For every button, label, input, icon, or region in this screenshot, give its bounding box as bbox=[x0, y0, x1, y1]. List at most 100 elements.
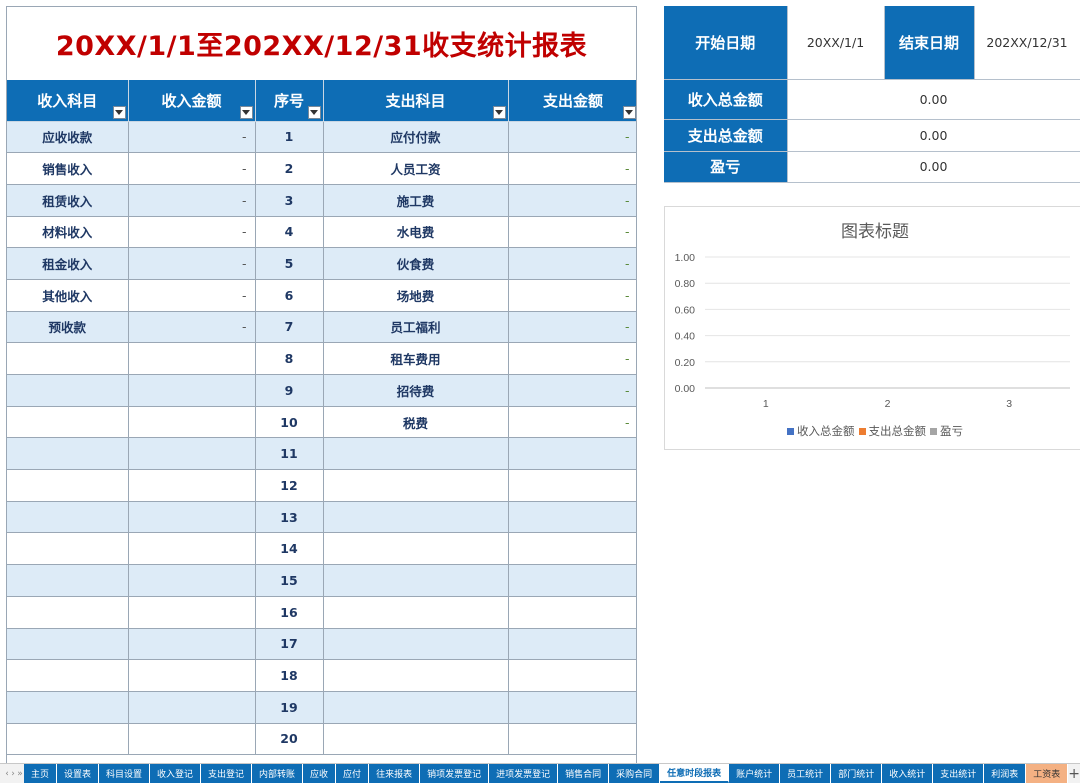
income-amount-cell[interactable] bbox=[128, 374, 256, 407]
expense-subject-cell[interactable]: 税费 bbox=[323, 406, 509, 439]
income-subject-cell[interactable]: 其他收入 bbox=[7, 279, 129, 312]
first-sheet-icon[interactable]: ‹ bbox=[5, 769, 9, 779]
income-subject-cell[interactable] bbox=[7, 469, 129, 502]
seq-cell[interactable]: 4 bbox=[255, 216, 324, 249]
sheet-tab[interactable]: 账户统计 bbox=[729, 764, 781, 783]
expense-subject-cell[interactable] bbox=[323, 564, 509, 597]
income-amount-cell[interactable] bbox=[128, 564, 256, 597]
expense-subject-cell[interactable] bbox=[323, 532, 509, 566]
expense-subject-cell[interactable]: 人员工资 bbox=[323, 152, 509, 185]
seq-cell[interactable]: 20 bbox=[255, 723, 324, 756]
expense-subject-cell[interactable] bbox=[323, 501, 509, 534]
sheet-tab[interactable]: 支出登记 bbox=[201, 764, 253, 783]
sheet-tab[interactable]: 任意时段报表 bbox=[660, 764, 730, 783]
income-subject-cell[interactable]: 租金收入 bbox=[7, 247, 129, 280]
income-amount-cell[interactable] bbox=[128, 532, 256, 566]
seq-cell[interactable]: 2 bbox=[255, 152, 324, 185]
income-amount-cell[interactable]: - bbox=[128, 152, 256, 185]
seq-cell[interactable]: 11 bbox=[255, 437, 324, 471]
expense-amount-cell[interactable]: - bbox=[508, 279, 636, 312]
income-amount-cell[interactable]: - bbox=[128, 311, 256, 344]
expense-subject-cell[interactable] bbox=[323, 628, 509, 661]
expense-subject-cell[interactable] bbox=[323, 659, 509, 692]
filter-dropdown-icon[interactable] bbox=[112, 105, 126, 119]
expense-amount-cell[interactable] bbox=[508, 532, 636, 566]
sheet-tab[interactable]: 应收 bbox=[303, 764, 337, 783]
income-subject-cell[interactable]: 材料收入 bbox=[7, 216, 129, 249]
income-amount-cell[interactable]: - bbox=[128, 247, 256, 280]
income-amount-cell[interactable] bbox=[128, 406, 256, 439]
filter-dropdown-icon[interactable] bbox=[307, 105, 321, 119]
income-subject-cell[interactable]: 销售收入 bbox=[7, 152, 129, 185]
income-subject-cell[interactable] bbox=[7, 532, 129, 566]
last-sheet-icon[interactable]: » bbox=[17, 769, 23, 779]
expense-amount-cell[interactable] bbox=[508, 501, 636, 534]
expense-amount-cell[interactable]: - bbox=[508, 311, 636, 344]
income-subject-cell[interactable] bbox=[7, 374, 129, 407]
sheet-tab[interactable]: 设置表 bbox=[56, 764, 99, 783]
sheet-tab[interactable]: 支出统计 bbox=[933, 764, 985, 783]
expense-subject-cell[interactable] bbox=[323, 723, 509, 756]
expense-amount-cell[interactable] bbox=[508, 596, 636, 629]
income-amount-cell[interactable]: - bbox=[128, 184, 256, 217]
sheet-tab[interactable]: 内部转账 bbox=[252, 764, 304, 783]
tab-scroll-nav[interactable]: ‹ › » bbox=[0, 764, 24, 783]
expense-amount-cell[interactable]: - bbox=[508, 247, 636, 280]
income-amount-cell[interactable] bbox=[128, 628, 256, 661]
prev-sheet-icon[interactable]: › bbox=[11, 769, 15, 779]
expense-subject-cell[interactable]: 水电费 bbox=[323, 216, 509, 249]
filter-dropdown-icon[interactable] bbox=[492, 105, 506, 119]
expense-subject-cell[interactable]: 施工费 bbox=[323, 184, 509, 217]
income-amount-cell[interactable] bbox=[128, 469, 256, 502]
expense-amount-cell[interactable]: - bbox=[508, 121, 636, 154]
sheet-tab[interactable]: 收入统计 bbox=[882, 764, 934, 783]
sheet-tab[interactable]: 部门统计 bbox=[831, 764, 883, 783]
income-amount-cell[interactable] bbox=[128, 659, 256, 692]
income-subject-cell[interactable] bbox=[7, 406, 129, 439]
seq-cell[interactable]: 14 bbox=[255, 532, 324, 566]
income-subject-cell[interactable] bbox=[7, 659, 129, 692]
income-subject-cell[interactable] bbox=[7, 564, 129, 597]
seq-cell[interactable]: 5 bbox=[255, 247, 324, 280]
expense-amount-cell[interactable] bbox=[508, 691, 636, 724]
seq-cell[interactable]: 13 bbox=[255, 501, 324, 534]
income-subject-cell[interactable] bbox=[7, 691, 129, 724]
seq-cell[interactable]: 8 bbox=[255, 342, 324, 375]
expense-subject-cell[interactable] bbox=[323, 596, 509, 629]
expense-subject-cell[interactable]: 员工福利 bbox=[323, 311, 509, 344]
expense-amount-cell[interactable]: - bbox=[508, 406, 636, 439]
expense-subject-cell[interactable]: 应付付款 bbox=[323, 121, 509, 154]
income-amount-cell[interactable] bbox=[128, 691, 256, 724]
seq-cell[interactable]: 18 bbox=[255, 659, 324, 692]
sheet-tab[interactable]: 利润表 bbox=[984, 764, 1027, 783]
expense-amount-cell[interactable] bbox=[508, 469, 636, 502]
income-subject-cell[interactable] bbox=[7, 501, 129, 534]
sheet-tab[interactable]: 应付 bbox=[336, 764, 370, 783]
expense-subject-cell[interactable]: 招待费 bbox=[323, 374, 509, 407]
sheet-tab[interactable]: 科目设置 bbox=[98, 764, 150, 783]
filter-dropdown-icon[interactable] bbox=[239, 105, 253, 119]
seq-cell[interactable]: 3 bbox=[255, 184, 324, 217]
sheet-tab[interactable]: 员工统计 bbox=[780, 764, 832, 783]
income-amount-cell[interactable]: - bbox=[128, 121, 256, 154]
expense-amount-cell[interactable] bbox=[508, 564, 636, 597]
income-subject-cell[interactable]: 预收款 bbox=[7, 311, 129, 344]
income-subject-cell[interactable]: 应收收款 bbox=[7, 121, 129, 154]
seq-cell[interactable]: 1 bbox=[255, 121, 324, 154]
income-amount-cell[interactable] bbox=[128, 437, 256, 471]
sheet-tab[interactable]: 主页 bbox=[23, 764, 57, 783]
expense-amount-cell[interactable] bbox=[508, 659, 636, 692]
expense-subject-cell[interactable]: 场地费 bbox=[323, 279, 509, 312]
sheet-tab[interactable]: 工资表 bbox=[1026, 764, 1069, 783]
seq-cell[interactable]: 16 bbox=[255, 596, 324, 629]
seq-cell[interactable]: 6 bbox=[255, 279, 324, 312]
income-subject-cell[interactable]: 租赁收入 bbox=[7, 184, 129, 217]
income-subject-cell[interactable] bbox=[7, 628, 129, 661]
seq-cell[interactable]: 15 bbox=[255, 564, 324, 597]
income-amount-cell[interactable] bbox=[128, 596, 256, 629]
income-subject-cell[interactable] bbox=[7, 596, 129, 629]
expense-subject-cell[interactable]: 伙食费 bbox=[323, 247, 509, 280]
seq-cell[interactable]: 19 bbox=[255, 691, 324, 724]
sheet-tab[interactable]: 采购合同 bbox=[609, 764, 661, 783]
summary-chart[interactable]: 图表标题 1.00 0.80 0.60 0.40 0.20 0.00 1 2 3 收入总金额 支出… bbox=[664, 206, 1080, 450]
